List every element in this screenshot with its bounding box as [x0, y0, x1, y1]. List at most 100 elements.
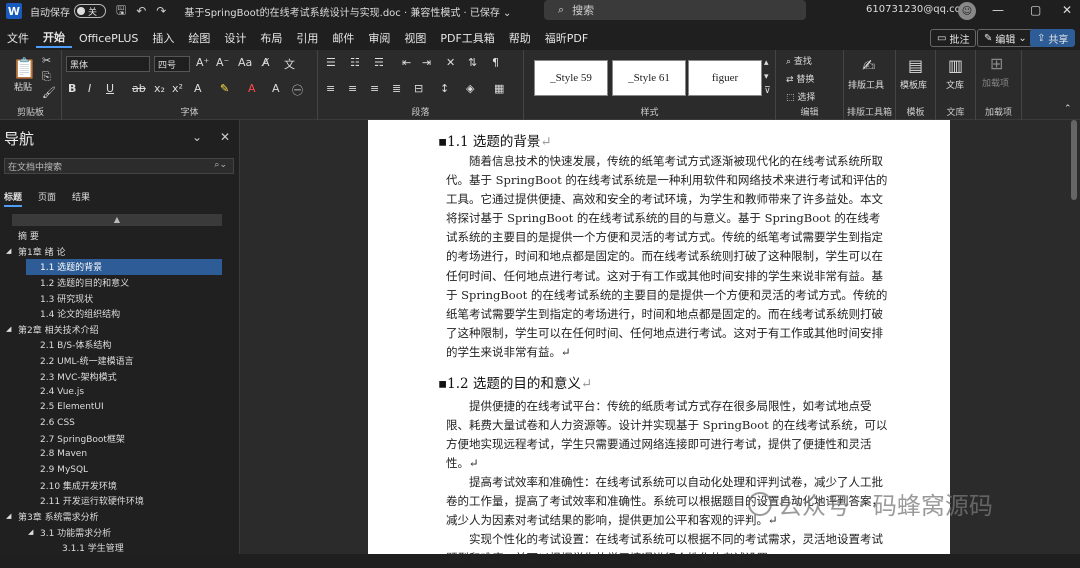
style-item-61[interactable]: _Style 61 — [612, 60, 686, 96]
bullet-list-icon[interactable]: ☰ — [326, 56, 336, 69]
strikethrough-icon[interactable]: ab — [132, 82, 146, 95]
addins-label[interactable]: 加载项 — [982, 76, 1009, 89]
nav-close-icon[interactable]: ✕ — [220, 130, 230, 144]
change-case-icon[interactable]: Aa — [238, 56, 252, 69]
paste-icon[interactable]: 📋 — [12, 56, 37, 80]
multilevel-list-icon[interactable]: ☴ — [374, 56, 384, 69]
phonetic-icon[interactable]: 文 — [284, 56, 295, 72]
style-expand-icon[interactable]: ⊽ — [764, 86, 771, 96]
increase-indent-icon[interactable]: ⇥ — [422, 56, 431, 69]
select-button[interactable]: ⬚ 选择 — [786, 90, 815, 103]
scroll-thumb[interactable] — [1071, 120, 1077, 200]
vertical-scrollbar[interactable] — [1070, 120, 1078, 554]
nav-tree-item[interactable]: ◢ 第1章 绪 论 — [0, 244, 240, 260]
nav-tree-item[interactable]: 2.11 开发运行软硬件环境 — [0, 493, 240, 509]
user-email[interactable]: 610731230@qq.com — [866, 4, 971, 15]
numbered-list-icon[interactable]: ☷ — [350, 56, 360, 69]
menu-item-6[interactable]: 布局 — [253, 30, 289, 46]
library-label[interactable]: 文库 — [946, 78, 964, 91]
nav-tree-item[interactable]: 2.3 MVC-架构模式 — [0, 368, 240, 384]
layout-tool-label[interactable]: 排版工具 — [848, 78, 884, 91]
template-icon[interactable]: ▤ — [908, 56, 923, 75]
italic-icon[interactable]: I — [88, 82, 91, 95]
nav-tree-item[interactable]: 2.1 B/S-体系结构 — [0, 337, 240, 353]
font-name-select[interactable]: 黑体 — [66, 56, 150, 72]
library-icon[interactable]: ▥ — [948, 56, 963, 75]
nav-tree-item[interactable]: 摘 要 — [0, 228, 240, 244]
nav-tree-item[interactable]: 1.1 选题的背景 — [26, 259, 222, 275]
align-right-icon[interactable]: ≡ — [370, 82, 379, 95]
nav-search-input[interactable]: 在文档中搜索 ⌕⌄ — [4, 158, 234, 174]
font-color-icon[interactable]: A — [248, 82, 256, 95]
nav-tree-item[interactable]: 1.3 研究现状 — [0, 290, 240, 306]
highlight-icon[interactable]: ✎ — [220, 82, 229, 95]
maximize-icon[interactable]: ▢ — [1030, 3, 1041, 17]
save-icon[interactable]: 🖫 — [116, 1, 126, 22]
menu-item-9[interactable]: 审阅 — [361, 30, 397, 46]
menu-item-13[interactable]: 福昕PDF — [538, 30, 595, 46]
nav-tree-item[interactable]: 2.4 Vue.js — [0, 384, 240, 400]
search-icon[interactable]: ⌕⌄ — [214, 160, 227, 170]
align-left-icon[interactable]: ≡ — [326, 82, 335, 95]
edit-mode-button[interactable]: ✎ 编辑 ⌄ — [977, 29, 1034, 47]
nav-tree-item[interactable]: 1.4 论文的组织结构 — [0, 306, 240, 322]
avatar[interactable]: ☺ — [958, 2, 976, 20]
share-button[interactable]: ⇪ 共享 — [1030, 29, 1076, 47]
autosave-toggle[interactable]: 关 — [74, 4, 106, 18]
style-item-figuer[interactable]: figuer — [688, 60, 762, 96]
line-spacing-icon[interactable]: ↕ — [440, 82, 449, 95]
tab-results[interactable]: 结果 — [72, 190, 90, 207]
template-label[interactable]: 模板库 — [900, 78, 927, 91]
nav-options-icon[interactable]: ⌄ — [192, 130, 202, 144]
addins-icon[interactable]: ⊞ — [990, 54, 1003, 73]
expand-arrow-icon[interactable]: ◢ — [6, 325, 18, 333]
menu-item-7[interactable]: 引用 — [289, 30, 325, 46]
menu-item-12[interactable]: 帮助 — [502, 30, 538, 46]
menu-item-11[interactable]: PDF工具箱 — [433, 30, 501, 46]
minimize-icon[interactable]: — — [992, 3, 1004, 17]
nav-tree-item[interactable]: ◢ 第3章 系统需求分析 — [0, 509, 240, 525]
undo-icon[interactable]: ↶ — [136, 4, 146, 18]
menu-item-2[interactable]: OfficePLUS — [72, 32, 145, 45]
show-marks-icon[interactable]: ¶ — [492, 56, 499, 69]
nav-tree-item[interactable]: 2.2 UML-统一建模语言 — [0, 353, 240, 369]
close-icon[interactable]: ✕ — [1062, 3, 1072, 17]
ribbon-collapse-icon[interactable]: ⌃ — [1064, 104, 1072, 114]
style-scroll-up-icon[interactable]: ▴ — [764, 58, 769, 68]
menu-item-4[interactable]: 绘图 — [181, 30, 217, 46]
tab-pages[interactable]: 页面 — [38, 190, 56, 207]
font-size-select[interactable]: 四号 — [154, 56, 190, 72]
nav-tree-item[interactable]: 2.5 ElementUI — [0, 400, 240, 416]
borders-icon[interactable]: ▦ — [494, 82, 504, 95]
nav-tree-item[interactable]: 2.10 集成开发环境 — [0, 478, 240, 494]
cut-icon[interactable]: ✂ — [42, 54, 51, 67]
comment-button[interactable]: ▭ 批注 — [930, 29, 977, 47]
sort-icon[interactable]: ⇅ — [468, 56, 477, 69]
expand-arrow-icon[interactable]: ◢ — [6, 512, 18, 520]
expand-arrow-icon[interactable]: ◢ — [28, 528, 40, 536]
collapse-all-bar[interactable]: ▲ — [12, 214, 222, 226]
paragraph-purpose-3[interactable]: 实现个性化的考试设置：在线考试系统可以根据不同的考试需求，灵活地设置考试题型和难… — [446, 530, 888, 568]
menu-item-10[interactable]: 视图 — [397, 30, 433, 46]
document-title[interactable]: 基于SpringBoot的在线考试系统设计与实现.doc · 兼容性模式 · 已… — [184, 4, 511, 19]
enclose-char-icon[interactable]: ㊀ — [292, 82, 303, 98]
copy-icon[interactable]: ⎘ — [42, 70, 51, 84]
nav-tree-item[interactable]: 2.7 SpringBoot框架 — [0, 431, 240, 447]
justify-icon[interactable]: ≣ — [392, 82, 401, 95]
format-painter-icon[interactable]: 🖌 — [42, 86, 56, 99]
replace-button[interactable]: ⇄ 替换 — [786, 72, 814, 85]
expand-arrow-icon[interactable]: ◢ — [6, 247, 18, 255]
paste-label[interactable]: 粘贴 — [14, 80, 32, 93]
nav-tree-item[interactable]: 2.6 CSS — [0, 415, 240, 431]
tab-headings[interactable]: 标题 — [4, 190, 23, 207]
layout-tool-icon[interactable]: ✍ — [862, 56, 875, 75]
nav-tree-item[interactable]: 3.1.1 学生管理 — [0, 540, 240, 556]
menu-item-8[interactable]: 邮件 — [325, 30, 361, 46]
text-effects-icon[interactable]: A — [194, 82, 202, 95]
heading-1-2[interactable]: ▪1.2 选题的目的和意义↵ — [438, 372, 592, 392]
menu-item-5[interactable]: 设计 — [217, 30, 253, 46]
find-button[interactable]: ⌕ 查找 — [786, 54, 812, 67]
nav-tree-item[interactable]: 1.2 选题的目的和意义 — [0, 275, 240, 291]
chinese-layout-icon[interactable]: ✕ — [446, 56, 455, 69]
menu-item-0[interactable]: 文件 — [0, 30, 36, 46]
